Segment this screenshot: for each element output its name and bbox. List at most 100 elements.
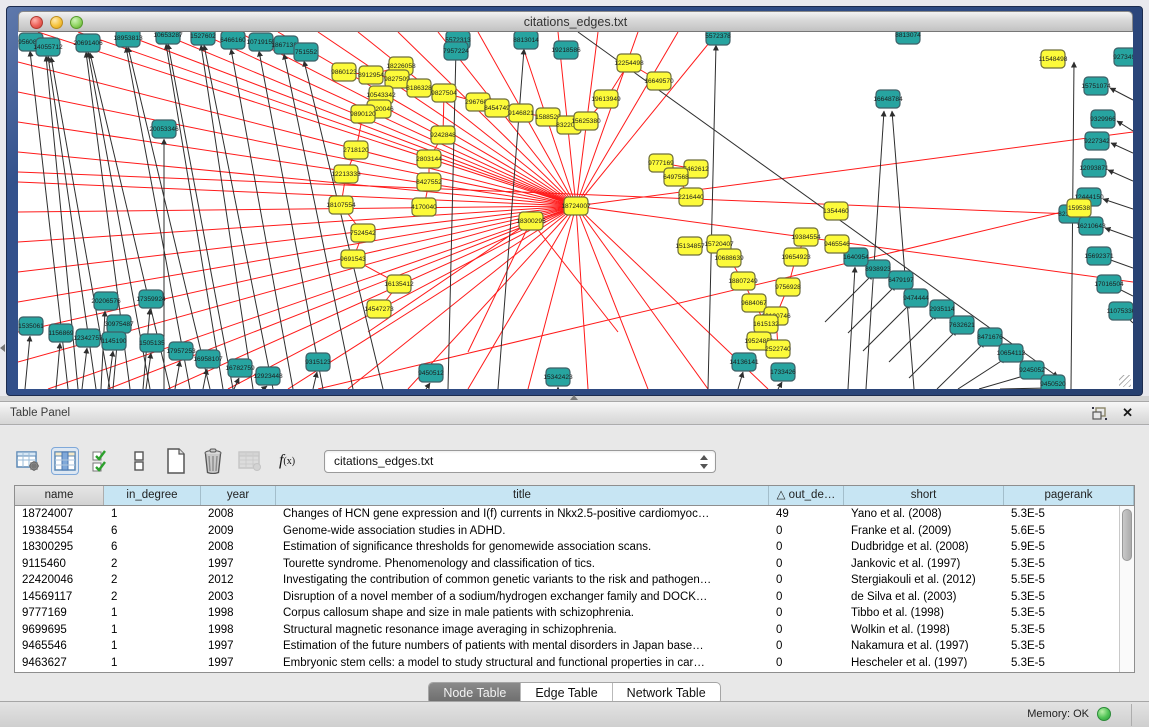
graph-node[interactable]: 9465546 — [824, 235, 850, 253]
graph-node[interactable]: 30975487 — [104, 315, 134, 333]
graph-node[interactable]: 9450520 — [1040, 375, 1066, 389]
graph-node[interactable]: 2935114 — [929, 300, 955, 318]
close-panel-icon[interactable]: ✕ — [1122, 405, 1133, 421]
graph-node[interactable]: 16648784 — [873, 90, 903, 108]
graph-node[interactable]: 8813074 — [895, 32, 921, 44]
graph-node[interactable]: 19384554 — [791, 228, 821, 246]
table-row[interactable]: 969969511998Structural magnetic resonanc… — [15, 622, 1134, 639]
clear-selection-icon[interactable] — [125, 447, 153, 475]
graph-node[interactable]: 14136141 — [729, 353, 759, 371]
graph-node[interactable]: 751552 — [294, 43, 318, 61]
graph-node[interactable]: 2718120 — [343, 141, 369, 159]
graph-node[interactable]: 9691543 — [340, 250, 366, 268]
graph-node[interactable]: 10654112 — [997, 344, 1026, 362]
graph-node[interactable]: 12213333 — [331, 165, 361, 183]
graph-node[interactable]: 1733426 — [770, 363, 796, 381]
column-header-out_de[interactable]: △ out_de… — [769, 486, 844, 505]
graph-node[interactable]: 8938923 — [865, 260, 891, 278]
graph-node[interactable]: 6479197 — [888, 271, 914, 289]
graph-node[interactable]: 18953813 — [113, 32, 143, 47]
column-header-title[interactable]: title — [276, 486, 769, 505]
graph-node[interactable]: 7957224 — [443, 42, 469, 60]
graph-node[interactable]: 12342757 — [73, 329, 103, 347]
graph-node[interactable]: 1505135 — [139, 334, 165, 352]
graph-node[interactable]: 11548498 — [1039, 50, 1068, 68]
graph-node[interactable]: 16210643 — [1076, 217, 1106, 235]
graph-node[interactable]: 17016504 — [1094, 275, 1124, 293]
graph-node[interactable]: 6497568 — [663, 168, 689, 186]
graph-node[interactable]: 10688639 — [714, 249, 744, 267]
graph-node[interactable]: 2522740 — [765, 340, 791, 358]
scrollbar-thumb[interactable] — [1122, 509, 1132, 561]
graph-node[interactable]: 20206576 — [91, 292, 121, 310]
delete-table-icon[interactable] — [199, 447, 227, 475]
new-table-icon[interactable] — [162, 447, 190, 475]
graph-node[interactable]: 9329966 — [1090, 110, 1116, 128]
graph-node[interactable]: 9242848 — [430, 126, 456, 144]
table-settings-icon[interactable] — [14, 447, 42, 475]
graph-node[interactable]: 9860123 — [331, 63, 357, 81]
graph-node[interactable]: 9827504 — [431, 84, 457, 102]
graph-node[interactable]: 17957253 — [166, 342, 196, 360]
graph-node[interactable]: 9227342 — [1084, 132, 1110, 150]
splitter-handle-icon[interactable] — [570, 395, 578, 400]
graph-node[interactable]: 8454749 — [484, 99, 510, 117]
graph-node[interactable]: 1535061 — [18, 317, 44, 335]
graph-node[interactable]: 18807249 — [728, 272, 758, 290]
vertical-scrollbar[interactable] — [1119, 506, 1134, 672]
graph-node[interactable]: 18300295 — [516, 212, 546, 230]
graph-node[interactable]: 2803144 — [416, 150, 442, 168]
graph-node[interactable]: 1354460 — [823, 202, 849, 220]
float-panel-icon[interactable] — [1092, 407, 1107, 420]
graph-node[interactable]: 15342423 — [543, 368, 573, 386]
graph-node[interactable]: 19654923 — [781, 248, 811, 266]
graph-node[interactable]: 18107554 — [326, 196, 356, 214]
graph-node[interactable]: 1156869 — [48, 324, 74, 342]
graph-node[interactable]: 12254498 — [614, 54, 644, 72]
table-row[interactable]: 946362711997Embryonic stem cells: a mode… — [15, 655, 1134, 672]
graph-node[interactable]: 8912954 — [358, 66, 384, 84]
table-row[interactable]: 1938455462009Genome-wide association stu… — [15, 523, 1134, 540]
graph-node[interactable]: 15692371 — [1084, 247, 1114, 265]
graph-node[interactable]: 9684067 — [741, 294, 767, 312]
graph-node[interactable]: 17359924 — [136, 290, 166, 308]
graph-node[interactable]: 15751074 — [1081, 77, 1111, 95]
table-row[interactable]: 1872400712008Changes of HCN gene express… — [15, 506, 1134, 523]
import-table-icon[interactable] — [236, 447, 264, 475]
graph-node[interactable]: 19613949 — [591, 90, 621, 108]
table-row[interactable]: 1456911722003Disruption of a novel membe… — [15, 589, 1134, 606]
graph-node[interactable]: 16782759 — [225, 359, 255, 377]
graph-node[interactable]: 16649570 — [644, 72, 674, 90]
table-row[interactable]: 946554611997Estimation of the future num… — [15, 638, 1134, 655]
canvas-resize-grip[interactable] — [1119, 375, 1131, 387]
graph-node[interactable]: 8813014 — [513, 32, 539, 49]
graph-node[interactable]: 14547273 — [364, 300, 394, 318]
graph-node[interactable]: 9474444 — [903, 289, 929, 307]
graph-node[interactable]: 15625380 — [571, 112, 601, 130]
panel-collapse-arrow[interactable] — [0, 344, 5, 352]
column-header-year[interactable]: year — [201, 486, 276, 505]
graph-node[interactable]: 7632621 — [949, 316, 975, 334]
graph-node[interactable]: 16958107 — [193, 350, 223, 368]
graph-node[interactable]: 5572378 — [705, 32, 731, 45]
graph-node[interactable]: 1527602 — [190, 32, 216, 45]
column-header-name[interactable]: name — [15, 486, 104, 505]
graph-node[interactable]: 16135412 — [384, 275, 414, 293]
graph-node[interactable]: 4170040 — [411, 198, 437, 216]
graph-node[interactable]: 159538 — [1067, 199, 1091, 217]
table-row[interactable]: 1830029562008Estimation of significance … — [15, 539, 1134, 556]
graph-node[interactable]: 9890120 — [350, 105, 376, 123]
graph-node[interactable]: 6466160 — [220, 32, 246, 49]
graph-node[interactable]: 9756928 — [775, 278, 801, 296]
graph-node[interactable]: 11075330 — [1107, 302, 1133, 320]
graph-node[interactable]: 20691406 — [73, 34, 103, 52]
graph-node[interactable]: 2216440 — [678, 188, 704, 206]
select-all-icon[interactable] — [88, 447, 116, 475]
graph-node[interactable]: 14055712 — [33, 38, 63, 56]
graph-hub-node[interactable]: 18724007 — [561, 197, 591, 215]
graph-node[interactable]: 8186328 — [406, 79, 432, 97]
memory-ok-icon[interactable] — [1097, 707, 1111, 721]
select-column-icon[interactable] — [51, 447, 79, 475]
graph-node[interactable]: 19218586 — [551, 41, 581, 59]
graph-node[interactable]: 9450512 — [418, 364, 444, 382]
